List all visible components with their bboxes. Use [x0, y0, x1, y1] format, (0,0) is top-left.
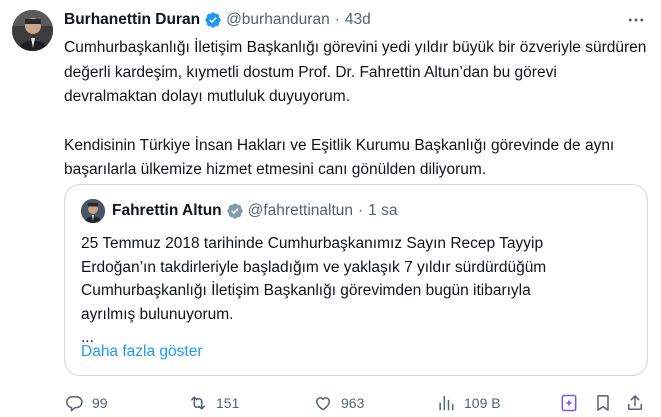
bookmark-button[interactable]: [593, 393, 613, 413]
avatar-image: [12, 10, 53, 51]
reply-button[interactable]: 99: [64, 392, 108, 414]
quoted-tweet[interactable]: Fahrettin Altun @fahrettinaltun · 1 sa 2…: [64, 184, 648, 376]
more-dots-icon: [628, 18, 644, 22]
author-avatar[interactable]: [12, 10, 53, 51]
repost-count: 151: [216, 395, 240, 411]
verified-badge-icon: [226, 202, 244, 220]
quoted-author-handle: @fahrettinaltun: [247, 202, 353, 219]
views-chart-icon: [439, 395, 454, 411]
quoted-avatar-image: [81, 199, 105, 223]
tweet-time[interactable]: 43d: [345, 11, 371, 29]
reply-count: 99: [92, 395, 108, 411]
repost-icon: [191, 396, 205, 410]
quoted-text-line: ayrılmış bulunuyorum.: [81, 305, 234, 323]
like-button[interactable]: 963: [313, 392, 364, 414]
repost-button[interactable]: 151: [188, 392, 239, 414]
views-button[interactable]: 109 B: [436, 392, 501, 414]
tweet-paragraph: Kendisinin Türkiye İnsan Hakları ve Eşit…: [64, 136, 615, 179]
tweet-paragraph: Cumhurbaşkanlığı İletişim Başkanlığı gör…: [64, 39, 647, 105]
author-handle[interactable]: @burhanduran: [226, 11, 330, 29]
quoted-author-avatar: [81, 199, 105, 223]
like-count: 963: [341, 395, 365, 411]
quoted-text-line: Cumhurbaşkanlığı İletişim Başkanlığı gör…: [81, 282, 531, 299]
quoted-text-line: 25 Temmuz 2018 tarihinde Cumhurbaşkanımı…: [81, 235, 544, 252]
show-more-link[interactable]: Daha fazla göster: [81, 343, 203, 361]
tweet-header: Burhanettin Duran @burhanduran · 43d: [64, 10, 371, 30]
quoted-author-name: Fahrettin Altun: [112, 202, 222, 219]
tweet-actions: 99 151 963 109 B: [64, 392, 649, 414]
grok-icon: [561, 394, 577, 412]
grok-button[interactable]: [559, 393, 579, 413]
quoted-tweet-header: Fahrettin Altun @fahrettinaltun · 1 sa: [112, 201, 397, 221]
share-button[interactable]: [625, 393, 645, 413]
heart-icon: [316, 397, 330, 411]
views-count: 109 B: [464, 395, 501, 411]
verified-badge-icon: [204, 11, 222, 29]
quoted-tweet-time: 1 sa: [368, 202, 398, 219]
author-name[interactable]: Burhanettin Duran: [64, 11, 200, 29]
share-icon: [628, 395, 642, 410]
separator-dot: ·: [358, 202, 364, 219]
more-options-button[interactable]: [625, 10, 647, 30]
tweet-text: Cumhurbaşkanlığı İletişim Başkanlığı gör…: [64, 36, 649, 183]
bookmark-icon: [597, 395, 609, 411]
reply-icon: [66, 396, 83, 412]
quoted-text-line: Erdoğan’ın takdirleriyle başladığım ve y…: [81, 258, 547, 276]
quoted-tweet-text: 25 Temmuz 2018 tarihinde Cumhurbaşkanımı…: [81, 232, 633, 350]
separator-dot: ·: [334, 11, 340, 28]
